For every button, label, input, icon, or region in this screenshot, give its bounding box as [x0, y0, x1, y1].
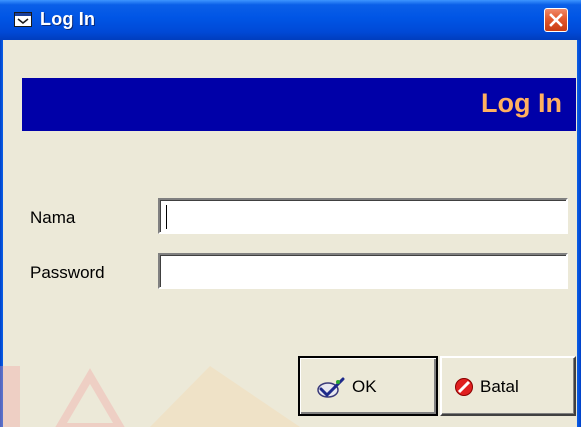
banner-title: Log In — [481, 88, 562, 118]
watermark-logo — [0, 366, 300, 427]
cancel-icon — [455, 378, 473, 396]
header-banner: Log In — [22, 78, 576, 131]
window-app-icon — [14, 12, 32, 27]
batal-button[interactable]: Batal — [440, 356, 576, 416]
login-window: Log In Log In Nama Password OK Batal — [0, 0, 581, 427]
nama-label: Nama — [30, 208, 76, 227]
ok-check-icon — [317, 377, 345, 398]
close-button[interactable] — [544, 8, 568, 32]
ok-button[interactable]: OK — [298, 356, 438, 416]
nama-input[interactable] — [158, 198, 568, 234]
window-frame-right — [577, 40, 581, 427]
text-caret — [166, 205, 167, 229]
password-input[interactable] — [158, 253, 568, 289]
password-label: Password — [30, 263, 105, 282]
ok-button-label: OK — [352, 377, 377, 396]
window-title: Log In — [40, 9, 96, 29]
close-icon — [549, 13, 563, 27]
title-bar[interactable]: Log In — [0, 0, 581, 40]
batal-button-label: Batal — [480, 377, 519, 396]
